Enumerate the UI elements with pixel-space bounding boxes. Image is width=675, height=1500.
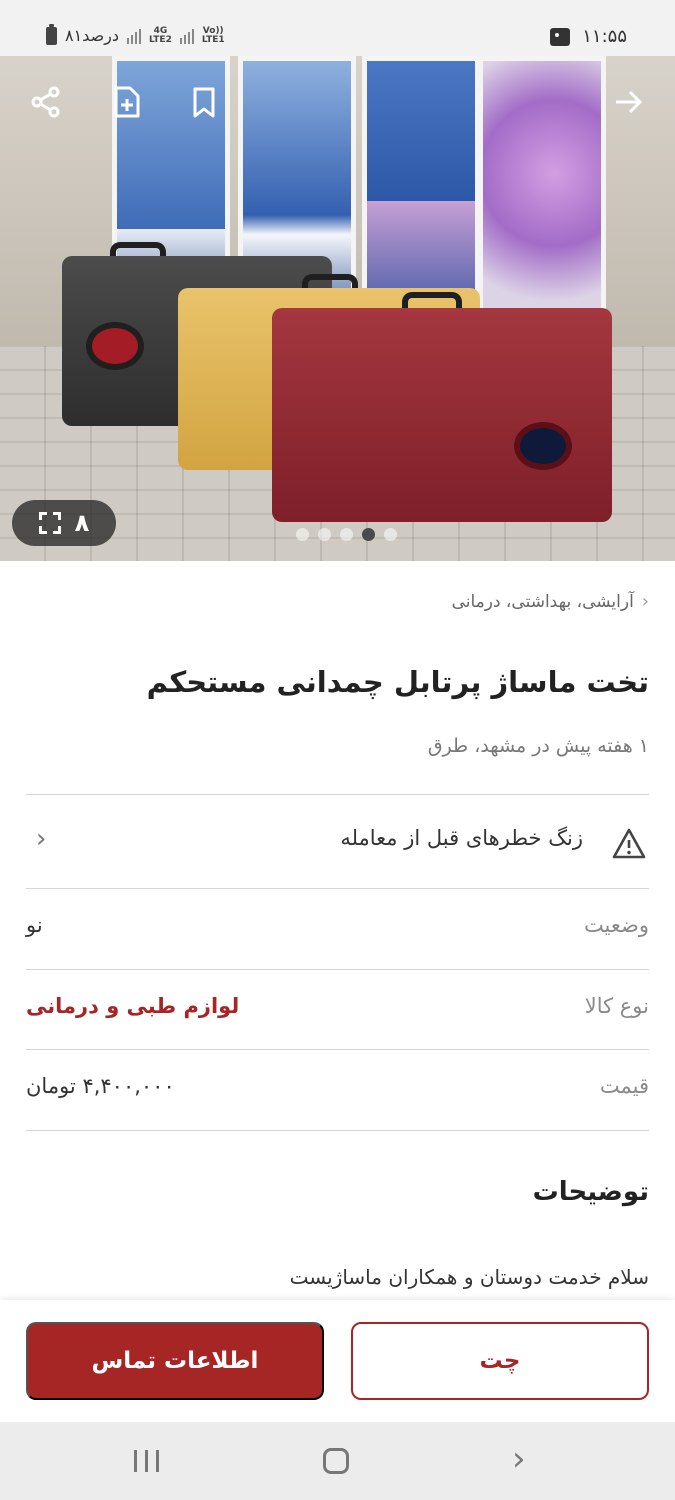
image-notification-icon <box>550 27 571 46</box>
battery-icon <box>46 23 57 45</box>
battery-text: ۸۱درصد <box>65 26 120 45</box>
breadcrumb-text[interactable]: آرایشی، بهداشتی، درمانی <box>452 592 634 612</box>
chevron-left-icon: ‹ <box>36 824 47 854</box>
back-arrow-icon[interactable] <box>610 84 646 120</box>
chevron-left-icon: ‹ <box>641 591 649 612</box>
description-text: سلام خدمت دوستان و همکاران ماساژیست <box>289 1265 649 1289</box>
gallery-dot[interactable] <box>318 528 331 541</box>
share-icon[interactable] <box>28 84 64 120</box>
add-note-icon[interactable] <box>108 84 144 120</box>
detail-value: نو <box>26 913 43 937</box>
divider <box>26 1130 649 1131</box>
gallery-dot-active[interactable] <box>362 528 375 541</box>
recent-apps-icon[interactable] <box>134 1450 159 1472</box>
detail-value: ۴,۴۰۰,۰۰۰ تومان <box>26 1074 175 1098</box>
detail-label: وضعیت <box>583 913 649 937</box>
fullscreen-icon <box>38 512 61 534</box>
divider <box>26 794 649 795</box>
chat-button[interactable]: چت <box>351 1322 649 1400</box>
listing-title: تخت ماساژ پرتابل چمدانی مستحکم <box>146 665 649 699</box>
status-right: ۱۱:۵۵ <box>550 26 627 47</box>
gallery-dot[interactable] <box>296 528 309 541</box>
signal-icon-2 <box>179 28 194 44</box>
detail-row-category: نوع کالا لوازم طبی و درمانی <box>26 970 649 1050</box>
home-icon[interactable] <box>323 1448 349 1474</box>
signal-icon <box>127 28 142 44</box>
breadcrumb[interactable]: ‹ آرایشی، بهداشتی، درمانی <box>452 591 649 612</box>
back-icon[interactable]: › <box>512 1442 526 1476</box>
gallery-dot[interactable] <box>340 528 353 541</box>
action-bar: اطلاعات تماس چت <box>0 1300 675 1422</box>
bookmark-icon[interactable] <box>186 84 222 120</box>
detail-label: نوع کالا <box>584 994 649 1018</box>
status-left: ۸۱درصد 4G LTE2 Vo)) LTE1 <box>46 23 225 45</box>
detail-row-price: قیمت ۴,۴۰۰,۰۰۰ تومان <box>26 1050 649 1130</box>
gallery-dot[interactable] <box>384 528 397 541</box>
system-nav-bar: › <box>0 1422 675 1500</box>
gallery-dots <box>296 528 397 541</box>
contact-info-button[interactable]: اطلاعات تماس <box>26 1322 324 1400</box>
detail-value-link[interactable]: لوازم طبی و درمانی <box>26 994 239 1018</box>
listing-subtitle: ۱ هفته پیش در مشهد، طرق <box>427 735 649 757</box>
status-bar: ۸۱درصد 4G LTE2 Vo)) LTE1 ۱۱:۵۵ <box>0 0 675 56</box>
network-tag-1: 4G LTE2 <box>149 25 172 45</box>
detail-label: قیمت <box>599 1074 649 1098</box>
clock: ۱۱:۵۵ <box>582 26 627 47</box>
network-tag-2: Vo)) LTE1 <box>201 25 225 45</box>
photo-count: ۸ <box>74 509 90 537</box>
listing-photo[interactable] <box>0 56 675 561</box>
scam-warning-row[interactable]: زنگ خطرهای قبل از معامله ‹ <box>26 796 649 888</box>
description-title: توضیحات <box>532 1177 649 1207</box>
detail-row-condition: وضعیت نو <box>26 889 649 969</box>
photo-case-red <box>272 308 612 522</box>
scam-warning-text: زنگ خطرهای قبل از معامله <box>340 826 583 850</box>
photo-counter-button[interactable]: ۸ <box>12 500 116 546</box>
warning-icon <box>611 826 647 862</box>
